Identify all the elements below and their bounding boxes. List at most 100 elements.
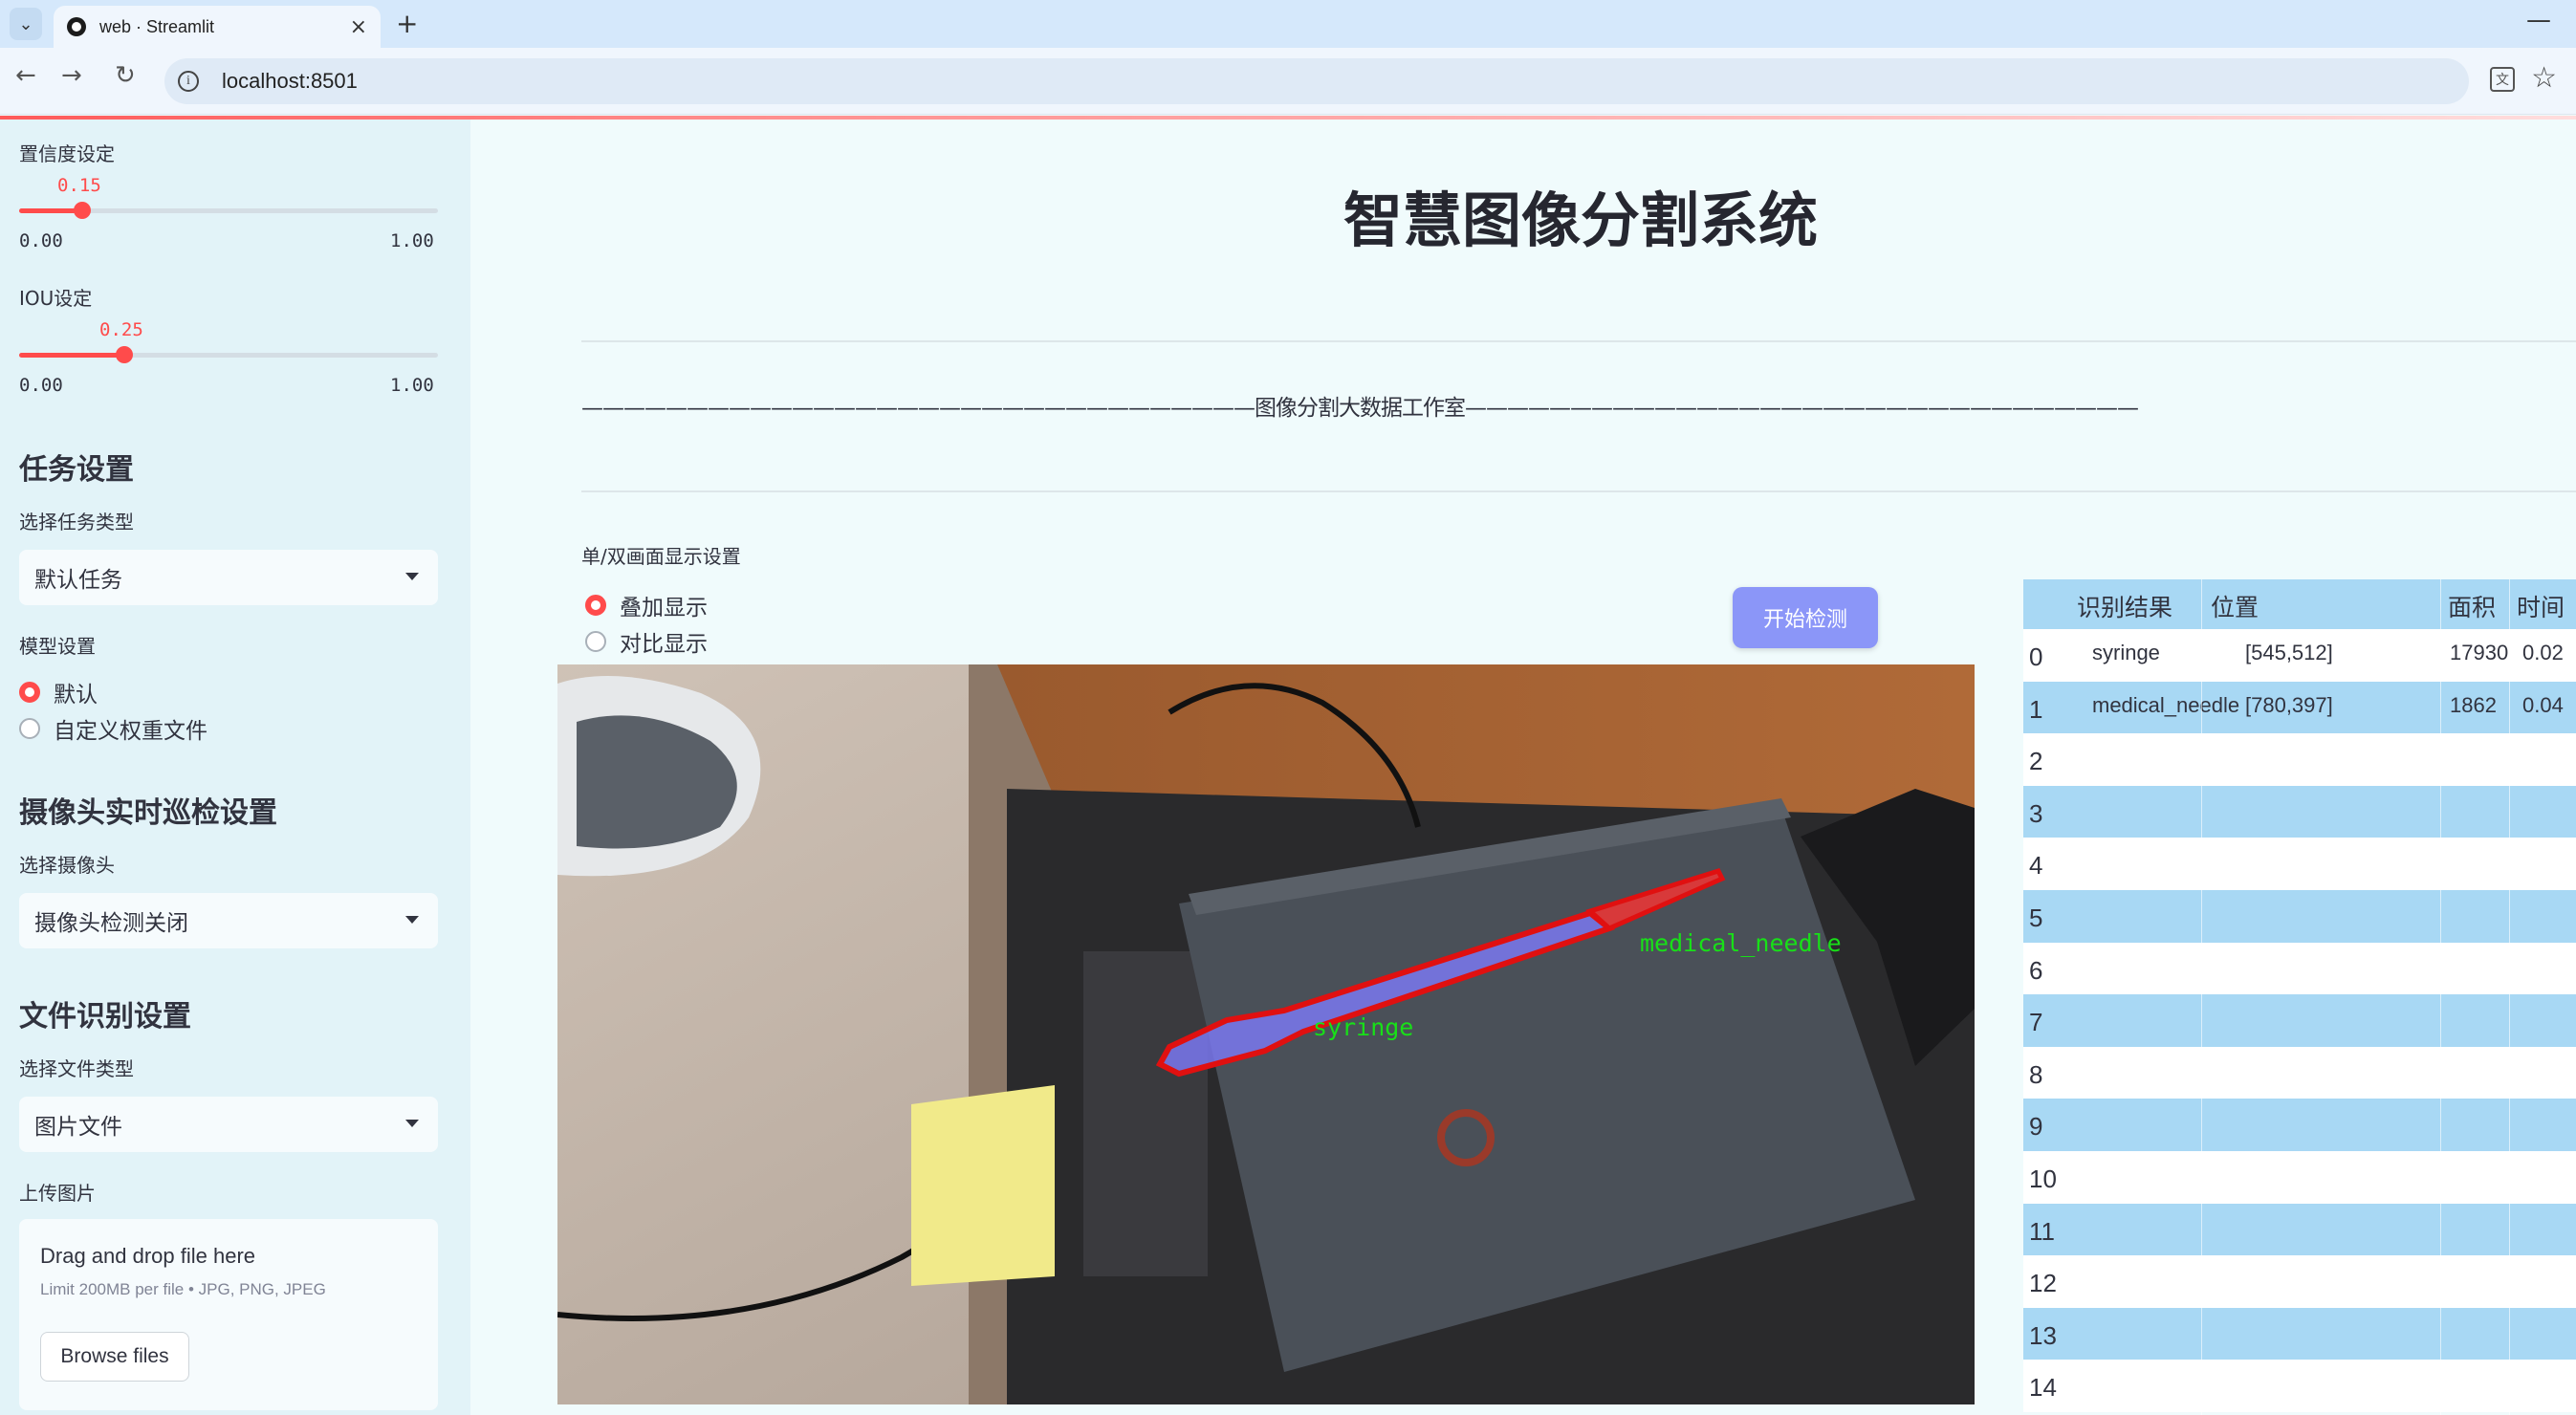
file-uploader-dropzone[interactable]: Drag and drop file here Limit 200MB per … xyxy=(19,1219,438,1410)
needle-detection-label: medical_needle xyxy=(1640,929,1842,957)
row-index: 9 xyxy=(2029,1112,2043,1142)
header-result: 识别结果 xyxy=(2077,594,2173,621)
results-table[interactable]: 识别结果 位置 面积 时间 0 syringe [545,512] 17930 0.02… xyxy=(2023,579,2576,1415)
start-detection-button[interactable]: 开始检测 xyxy=(1733,587,1878,648)
page-title: 智慧图像分割系统 xyxy=(1343,185,1818,255)
url-field[interactable]: i localhost:8501 xyxy=(164,58,2469,104)
table-row[interactable]: 8 xyxy=(2023,1046,2576,1099)
display-mode-label: 单/双画面显示设置 xyxy=(581,545,741,568)
display-option-compare[interactable]: 对比显示 xyxy=(585,625,708,658)
row-index: 5 xyxy=(2029,903,2043,932)
row-index: 12 xyxy=(2029,1269,2057,1298)
close-tab-icon[interactable]: × xyxy=(350,15,367,39)
camera-select[interactable]: 摄像头检测关闭 xyxy=(19,893,438,948)
tab-list-chevron-icon[interactable]: ⌄ xyxy=(10,8,42,40)
task-type-value: 默认任务 xyxy=(34,568,122,593)
model-option-default[interactable]: 默认 xyxy=(19,676,98,708)
row-index: 0 xyxy=(2029,642,2043,671)
radio-selected-icon xyxy=(585,595,606,616)
iou-slider-thumb[interactable] xyxy=(115,346,133,363)
column-divider xyxy=(2201,579,2202,1415)
display-option-label: 叠加显示 xyxy=(620,596,708,620)
syringe-detection-label: syringe xyxy=(1313,1013,1413,1041)
header-time: 时间 xyxy=(2517,594,2565,621)
minimize-window-icon[interactable]: — xyxy=(2526,6,2551,34)
cell-position: [545,512] xyxy=(2245,641,2333,664)
browser-tab[interactable]: web · Streamlit × xyxy=(54,6,381,48)
row-index: 4 xyxy=(2029,851,2043,881)
iou-slider-fill xyxy=(19,353,124,358)
table-row[interactable]: 0 syringe [545,512] 17930 0.02 xyxy=(2023,629,2576,682)
iou-slider[interactable] xyxy=(19,346,438,363)
iou-value: 0.25 xyxy=(99,319,143,340)
table-row[interactable]: 14 xyxy=(2023,1360,2576,1412)
cell-result: medical_needle xyxy=(2092,692,2240,717)
camera-value: 摄像头检测关闭 xyxy=(34,911,188,936)
table-row[interactable]: 9 xyxy=(2023,1099,2576,1151)
model-option-label: 默认 xyxy=(54,683,98,708)
task-settings-heading: 任务设置 xyxy=(19,453,134,487)
table-row[interactable]: 5 xyxy=(2023,890,2576,943)
table-row[interactable]: 13 xyxy=(2023,1307,2576,1361)
translate-icon[interactable]: 文 xyxy=(2490,67,2515,92)
radio-selected-icon xyxy=(19,682,40,703)
divider xyxy=(581,340,2576,342)
browse-files-button[interactable]: Browse files xyxy=(40,1332,189,1382)
task-type-label: 选择任务类型 xyxy=(19,511,134,533)
row-index: 11 xyxy=(2029,1216,2055,1246)
header-area: 面积 xyxy=(2448,594,2497,621)
site-info-icon[interactable]: i xyxy=(178,71,199,92)
radio-unselected-icon xyxy=(585,631,606,652)
table-row[interactable]: 10 xyxy=(2023,1151,2576,1204)
cell-time: 0.04 xyxy=(2522,692,2564,717)
camera-label: 选择摄像头 xyxy=(19,854,115,877)
radio-unselected-icon xyxy=(19,718,40,739)
streamlit-favicon-icon xyxy=(67,17,86,36)
address-bar-row: ← → ↻ i localhost:8501 文 ☆ xyxy=(0,48,2576,115)
iou-min: 0.00 xyxy=(19,375,63,396)
row-index: 3 xyxy=(2029,798,2043,828)
table-row[interactable]: 6 xyxy=(2023,942,2576,995)
task-type-select[interactable]: 默认任务 xyxy=(19,550,438,605)
chevron-down-icon xyxy=(405,916,419,924)
model-option-label: 自定义权重文件 xyxy=(54,719,207,744)
table-row[interactable]: 12 xyxy=(2023,1255,2576,1308)
row-index: 7 xyxy=(2029,1008,2043,1037)
divider xyxy=(581,490,2576,492)
table-row[interactable]: 1 medical_needle [780,397] 1862 0.04 xyxy=(2023,681,2576,734)
upload-label: 上传图片 xyxy=(19,1182,96,1205)
header-position: 位置 xyxy=(2211,594,2259,621)
column-divider xyxy=(2509,579,2510,1415)
file-type-select[interactable]: 图片文件 xyxy=(19,1097,438,1152)
model-option-custom[interactable]: 自定义权重文件 xyxy=(19,712,207,745)
sidebar: 置信度设定 0.15 0.00 1.00 IOU设定 0.25 0.00 1.0… xyxy=(0,120,470,1415)
bookmark-star-icon[interactable]: ☆ xyxy=(2531,61,2557,95)
confidence-label: 置信度设定 xyxy=(19,142,115,165)
table-row[interactable]: 7 xyxy=(2023,994,2576,1047)
row-index: 13 xyxy=(2029,1320,2057,1350)
studio-banner: ————————————————————————————————图像分割大数据工… xyxy=(581,396,2139,421)
row-index: 6 xyxy=(2029,955,2043,985)
table-row[interactable]: 11 xyxy=(2023,1203,2576,1256)
row-index: 8 xyxy=(2029,1059,2043,1089)
table-row[interactable]: 2 xyxy=(2023,733,2576,786)
forward-arrow-icon[interactable]: → xyxy=(61,61,82,90)
cell-time: 0.02 xyxy=(2522,641,2564,664)
upload-limit-text: Limit 200MB per file • JPG, PNG, JPEG xyxy=(40,1280,326,1298)
new-tab-plus-icon[interactable]: + xyxy=(396,8,418,39)
cell-result: syringe xyxy=(2092,641,2160,664)
back-arrow-icon[interactable]: ← xyxy=(15,61,36,90)
row-index: 10 xyxy=(2029,1165,2057,1193)
column-divider xyxy=(2440,579,2441,1415)
chevron-down-icon xyxy=(405,573,419,580)
browser-tab-bar: ⌄ web · Streamlit × + — xyxy=(0,0,2576,48)
reload-icon[interactable]: ↻ xyxy=(115,61,136,90)
file-settings-heading: 文件识别设置 xyxy=(19,1000,191,1034)
file-type-label: 选择文件类型 xyxy=(19,1057,134,1080)
tab-title: web · Streamlit xyxy=(99,16,215,36)
cell-area: 1862 xyxy=(2450,692,2497,717)
display-option-overlay[interactable]: 叠加显示 xyxy=(585,589,708,621)
table-row[interactable]: 3 xyxy=(2023,785,2576,838)
cell-area: 17930 xyxy=(2450,641,2509,664)
table-row[interactable]: 4 xyxy=(2023,838,2576,890)
